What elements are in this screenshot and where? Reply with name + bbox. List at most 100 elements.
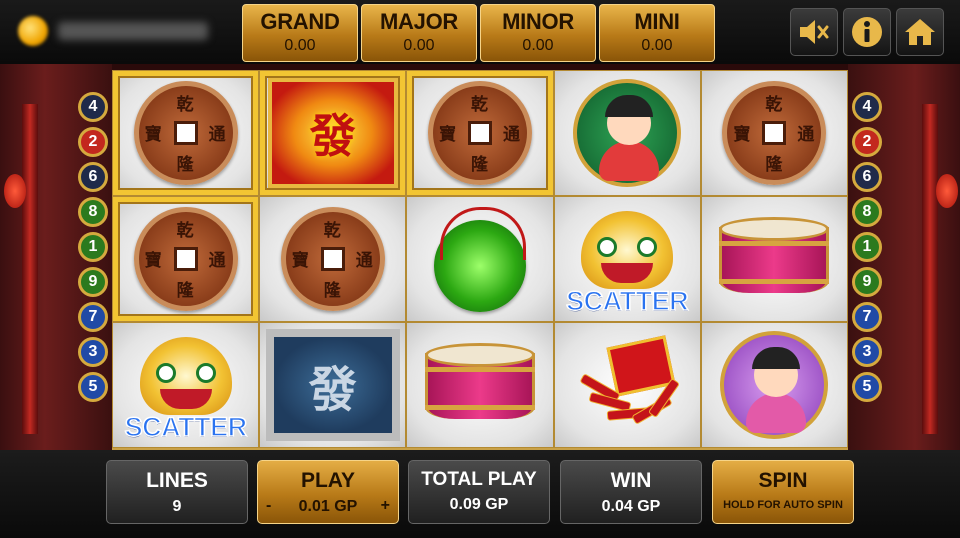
play-label: PLAY (300, 469, 356, 492)
reel-cell: 發 (259, 322, 407, 448)
jackpot-mini: MINI 0.00 (599, 4, 715, 62)
reel-cell (700, 322, 848, 448)
coin-icon: 乾 通 隆 寶 (722, 81, 827, 185)
lantern-icon (936, 174, 958, 208)
jackpot-value: 0.00 (403, 37, 435, 54)
payline-marker[interactable]: 8 (852, 197, 882, 227)
home-button[interactable] (896, 8, 944, 56)
reel-cell (553, 322, 701, 448)
reel-cell: SCATTER (112, 322, 260, 448)
jackpot-value: 0.00 (284, 37, 316, 54)
fa-char: 發 (308, 362, 357, 418)
total-play-value: 0.09 GP (449, 496, 509, 513)
bet-decrease-button[interactable]: - (266, 497, 271, 515)
payline-marker[interactable]: 6 (78, 162, 108, 192)
payline-marker[interactable]: 4 (78, 92, 108, 122)
coin-char: 乾 (323, 221, 341, 241)
lines-value: 9 (172, 498, 182, 515)
spin-sublabel: HOLD FOR AUTO SPIN (723, 499, 843, 511)
reel-cell: 乾 通 隆 寶 (406, 70, 554, 196)
payline-markers-left: 4 2 6 8 1 9 7 3 5 (76, 88, 110, 407)
coin-char: 通 (502, 125, 520, 145)
lantern-icon (4, 174, 26, 208)
reel-cell: 乾 通 隆 寶 (112, 70, 260, 196)
jackpot-label: GRAND (260, 9, 340, 34)
spin-label: SPIN (758, 469, 808, 492)
payline-marker[interactable]: 5 (78, 372, 108, 402)
payline-marker[interactable]: 7 (852, 302, 882, 332)
jackpot-value: 0.00 (522, 37, 554, 54)
coin-char: 寶 (291, 251, 309, 271)
win-panel: WIN 0.04 GP (560, 460, 702, 524)
jackpot-label: MINI (634, 9, 680, 34)
bet-increase-button[interactable]: + (381, 497, 390, 515)
jackpot-grand: GRAND 0.00 (242, 4, 358, 62)
home-icon (905, 19, 935, 45)
coin-char: 隆 (470, 155, 488, 175)
coin-char: 隆 (323, 281, 341, 301)
bottom-control-bar: LINES 9 PLAY 0.01 GP - + TOTAL PLAY 0.09… (0, 450, 960, 538)
reel-cell: 乾 通 隆 寶 (112, 196, 260, 322)
coin-char: 隆 (176, 155, 194, 175)
payline-marker[interactable]: 7 (78, 302, 108, 332)
coin-icon: 乾 通 隆 寶 (280, 207, 385, 311)
coin-char: 寶 (733, 125, 751, 145)
jackpot-label: MAJOR (380, 9, 458, 34)
coin-char: 隆 (176, 281, 194, 301)
reel-grid: 乾 通 隆 寶 發 乾 通 隆 寶 乾 通 隆 寶 乾 通 隆 寶 乾 通 隆 … (112, 70, 848, 450)
payline-marker[interactable]: 4 (852, 92, 882, 122)
lines-panel[interactable]: LINES 9 (106, 460, 248, 524)
coin-char: 寶 (144, 125, 162, 145)
payline-marker[interactable]: 9 (852, 267, 882, 297)
payline-marker[interactable]: 9 (78, 267, 108, 297)
scatter-label: SCATTER (565, 285, 689, 317)
pillar (922, 104, 938, 434)
coin-char: 隆 (765, 155, 783, 175)
game-stage: 4 2 6 8 1 9 7 3 5 4 2 6 8 1 9 7 3 5 乾 通 … (0, 64, 960, 450)
coin-char: 乾 (176, 221, 194, 241)
payline-marker[interactable]: 2 (852, 127, 882, 157)
payline-marker[interactable]: 8 (78, 197, 108, 227)
reel-cell (553, 70, 701, 196)
temple-decoration-right: 4 2 6 8 1 9 7 3 5 (848, 64, 960, 450)
top-bar: GRAND 0.00 MAJOR 0.00 MINOR 0.00 MINI 0.… (0, 0, 960, 64)
payline-marker[interactable]: 1 (852, 232, 882, 262)
jackpot-value: 0.00 (641, 37, 673, 54)
payline-marker[interactable]: 6 (852, 162, 882, 192)
payline-marker[interactable]: 2 (78, 127, 108, 157)
coin-char: 乾 (176, 95, 194, 115)
speaker-muted-icon (800, 20, 829, 44)
coin-char: 通 (797, 125, 815, 145)
temple-decoration-left: 4 2 6 8 1 9 7 3 5 (0, 64, 112, 450)
reel-cell: 乾 通 隆 寶 (259, 196, 407, 322)
play-bet-panel: PLAY 0.01 GP - + (257, 460, 399, 524)
coin-icon: 乾 通 隆 寶 (133, 81, 238, 185)
play-value: 0.01 GP (298, 498, 358, 515)
coin-icon: 乾 通 隆 寶 (133, 207, 238, 311)
payline-markers-right: 4 2 6 8 1 9 7 3 5 (850, 88, 884, 407)
coin-char: 寶 (144, 251, 162, 271)
jade-string (439, 207, 526, 260)
total-play-panel: TOTAL PLAY 0.09 GP (408, 460, 550, 524)
reel-cell (406, 322, 554, 448)
payline-marker[interactable]: 3 (852, 337, 882, 367)
reel-cell: 乾 通 隆 寶 (700, 70, 848, 196)
jackpot-major: MAJOR 0.00 (361, 4, 477, 62)
coin-char: 乾 (470, 95, 488, 115)
payline-marker[interactable]: 5 (852, 372, 882, 402)
jackpot-panel: GRAND 0.00 MAJOR 0.00 MINOR 0.00 MINI 0.… (242, 4, 715, 62)
total-play-label: TOTAL PLAY (421, 469, 537, 490)
firecracker-icon (577, 335, 681, 435)
girl-icon (720, 331, 829, 439)
scatter-label: SCATTER (124, 411, 248, 443)
jackpot-label: MINOR (502, 9, 574, 34)
info-button[interactable] (843, 8, 891, 56)
mute-button[interactable] (790, 8, 838, 56)
boy-icon (573, 79, 682, 187)
fa-char: 發 (309, 109, 356, 163)
coin-char: 通 (208, 251, 226, 271)
info-icon (852, 17, 882, 47)
payline-marker[interactable]: 1 (78, 232, 108, 262)
spin-button[interactable]: SPIN HOLD FOR AUTO SPIN (712, 460, 854, 524)
payline-marker[interactable]: 3 (78, 337, 108, 367)
